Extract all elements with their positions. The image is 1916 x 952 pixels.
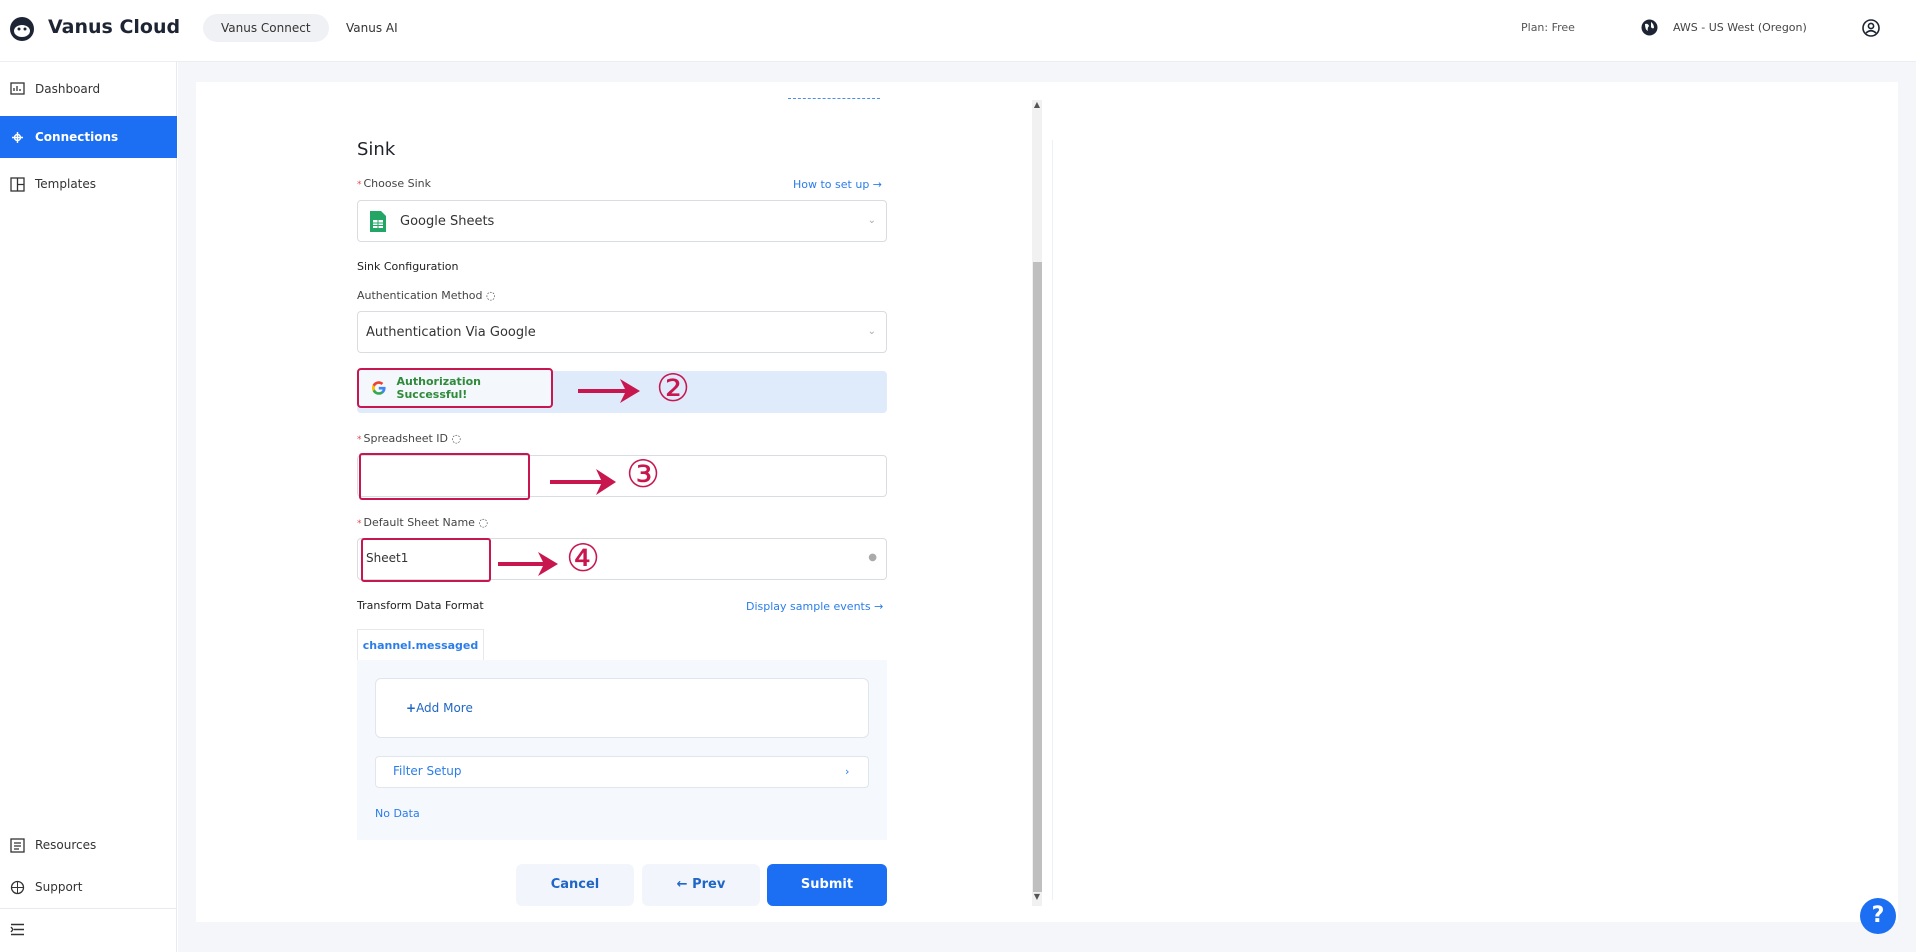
chevron-down-icon: ⌄ bbox=[867, 326, 876, 337]
auth-method-select[interactable]: Authentication Via Google ⌄ bbox=[357, 311, 887, 353]
decorative-dash bbox=[788, 98, 880, 99]
sheet-name-label: * Default Sheet Name ◌ bbox=[357, 516, 489, 529]
step-2-marker: ② bbox=[656, 366, 691, 410]
templates-icon bbox=[10, 176, 25, 192]
sink-select[interactable]: Google Sheets ⌄ bbox=[357, 200, 887, 242]
choose-sink-label: * Choose Sink bbox=[357, 177, 431, 190]
google-g-icon bbox=[371, 381, 386, 395]
submit-button[interactable]: Submit bbox=[767, 864, 887, 906]
arrow-annotation-icon bbox=[578, 379, 640, 403]
arrow-annotation-icon bbox=[550, 469, 616, 495]
user-account-icon[interactable] bbox=[1862, 19, 1880, 37]
sink-select-value: Google Sheets bbox=[400, 213, 495, 229]
no-data-text: No Data bbox=[375, 807, 420, 820]
help-button[interactable]: ? bbox=[1860, 898, 1896, 934]
authorization-status[interactable]: Authorization Successful! bbox=[357, 368, 553, 408]
sidebar-item-support[interactable]: Support bbox=[0, 866, 177, 908]
sidebar-item-connections[interactable]: Connections bbox=[0, 116, 177, 158]
sidebar-item-resources[interactable]: Resources bbox=[0, 824, 177, 866]
sidebar-item-dashboard[interactable]: Dashboard bbox=[0, 68, 177, 110]
auth-method-value: Authentication Via Google bbox=[366, 324, 536, 340]
auth-method-label: Authentication Method ◌ bbox=[357, 289, 496, 302]
how-to-setup-link[interactable]: How to set up → bbox=[793, 178, 882, 191]
globe-icon bbox=[1641, 19, 1658, 36]
scroll-up-arrow-icon[interactable]: ▲ bbox=[1032, 100, 1042, 112]
sidebar-item-label: Dashboard bbox=[35, 82, 101, 96]
sheet-name-value: Sheet1 bbox=[366, 551, 409, 565]
spreadsheet-id-label: * Spreadsheet ID ◌ bbox=[357, 432, 462, 445]
arrow-left-icon: ← bbox=[676, 877, 693, 892]
step-4-marker: ④ bbox=[566, 536, 601, 580]
sidebar-item-label: Connections bbox=[35, 130, 119, 144]
section-title: Sink bbox=[357, 139, 396, 160]
cancel-button[interactable]: Cancel bbox=[516, 864, 634, 906]
tab-channel-messaged[interactable]: channel.messaged bbox=[357, 629, 484, 661]
panel-divider bbox=[1052, 140, 1053, 900]
google-sheets-icon bbox=[370, 210, 386, 232]
chevron-right-icon[interactable]: › bbox=[845, 765, 849, 778]
info-icon[interactable]: ◌ bbox=[486, 289, 496, 302]
resources-icon bbox=[10, 837, 25, 853]
spreadsheet-highlight-box bbox=[359, 453, 530, 500]
vanus-logo-icon[interactable] bbox=[9, 16, 35, 42]
sidebar-item-templates[interactable]: Templates bbox=[0, 163, 177, 205]
info-icon[interactable]: ◌ bbox=[478, 516, 488, 529]
clear-input-icon[interactable]: ● bbox=[868, 552, 877, 563]
filter-setup-label[interactable]: Filter Setup bbox=[393, 764, 461, 778]
auth-status-text: Authorization Successful! bbox=[396, 375, 481, 401]
dashboard-icon bbox=[10, 81, 25, 95]
prev-button[interactable]: ← Prev bbox=[642, 864, 760, 906]
tab-vanus-connect[interactable]: Vanus Connect bbox=[203, 14, 329, 42]
support-icon bbox=[10, 880, 25, 894]
chevron-down-icon: ⌄ bbox=[867, 215, 876, 226]
info-icon[interactable]: ◌ bbox=[452, 432, 462, 445]
region-selector[interactable]: AWS - US West (Oregon) bbox=[1673, 21, 1807, 34]
sink-config-label: Sink Configuration bbox=[357, 260, 459, 273]
sidebar-item-label: Support bbox=[35, 880, 83, 894]
sidebar-item-label: Resources bbox=[35, 838, 97, 852]
brand-name[interactable]: Vanus Cloud bbox=[48, 16, 180, 38]
add-more-label[interactable]: +Add More bbox=[406, 701, 473, 715]
sidebar-divider bbox=[0, 908, 177, 909]
step-3-marker: ③ bbox=[626, 452, 661, 496]
arrow-annotation-icon bbox=[498, 552, 558, 576]
plan-label[interactable]: Plan: Free bbox=[1521, 21, 1575, 34]
scrollbar-thumb[interactable] bbox=[1033, 262, 1042, 892]
connections-icon bbox=[12, 131, 23, 143]
tab-vanus-ai[interactable]: Vanus AI bbox=[328, 14, 416, 42]
scroll-down-arrow-icon[interactable]: ▼ bbox=[1032, 892, 1042, 904]
collapse-menu-icon[interactable] bbox=[10, 923, 25, 936]
sidebar-item-label: Templates bbox=[35, 177, 97, 191]
transform-data-label: Transform Data Format bbox=[357, 599, 484, 612]
display-sample-events-link[interactable]: Display sample events → bbox=[746, 600, 883, 613]
